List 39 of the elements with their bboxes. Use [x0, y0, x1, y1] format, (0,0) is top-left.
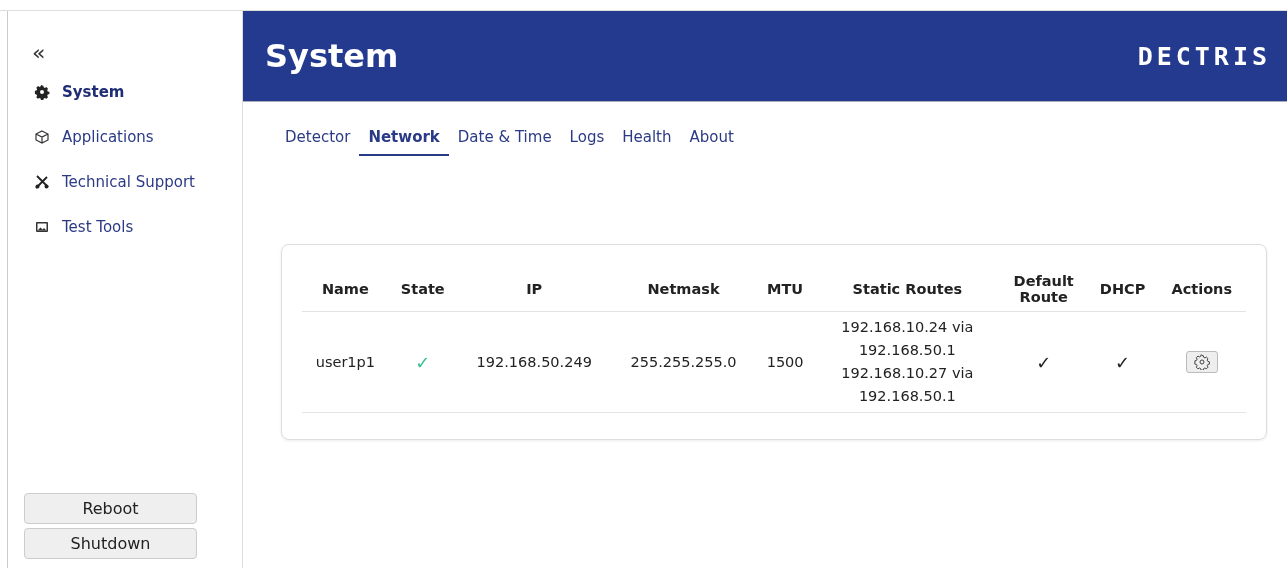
sidebar-item[interactable]: Applications	[34, 128, 154, 146]
column-header: Default Route	[1013, 273, 1074, 305]
tools-icon	[34, 174, 50, 190]
tab[interactable]: About	[680, 124, 743, 156]
settings-icon	[1193, 354, 1210, 370]
table-cell: 192.168.50.249	[476, 354, 592, 370]
action-button[interactable]: Shutdown	[24, 528, 197, 559]
column-header: Static Routes	[852, 281, 963, 297]
column-header: MTU	[767, 281, 804, 297]
check-mark: ✓	[415, 351, 431, 373]
column-header: DHCP	[1099, 281, 1146, 297]
gear-icon	[34, 84, 50, 100]
column-header: State	[400, 281, 445, 297]
logo: DECTRIS	[1137, 41, 1271, 71]
tab[interactable]: Logs	[560, 124, 614, 156]
settings-button[interactable]	[1185, 351, 1218, 373]
tab[interactable]: Network	[359, 124, 449, 156]
tab[interactable]: Detector	[276, 124, 360, 156]
sidebar-item[interactable]: Test Tools	[34, 218, 134, 236]
column-header: IP	[526, 281, 543, 297]
check-mark: ✓	[1036, 351, 1052, 373]
page-title: System	[265, 37, 399, 75]
tab[interactable]: Date & Time	[448, 124, 561, 156]
column-header: Actions	[1171, 281, 1233, 297]
image-icon	[34, 219, 50, 235]
cube-icon	[34, 129, 50, 145]
table-cell: user1p1	[315, 354, 375, 370]
sidebar-item[interactable]: System	[34, 83, 125, 101]
tab[interactable]: Health	[613, 124, 681, 156]
column-header: Netmask	[647, 281, 720, 297]
table-cell: 255.255.255.0	[630, 354, 737, 370]
collapse-button[interactable]: «	[32, 41, 46, 65]
sidebar-item[interactable]: Technical Support	[34, 173, 195, 191]
route-text: 192.168.10.27 via 192.168.50.1	[840, 364, 975, 406]
check-mark: ✓	[1115, 351, 1131, 373]
action-button[interactable]: Reboot	[24, 493, 197, 524]
table-cell: 1500	[766, 354, 804, 370]
route-text: 192.168.10.24 via 192.168.50.1	[840, 318, 975, 360]
column-header: Name	[321, 281, 369, 297]
